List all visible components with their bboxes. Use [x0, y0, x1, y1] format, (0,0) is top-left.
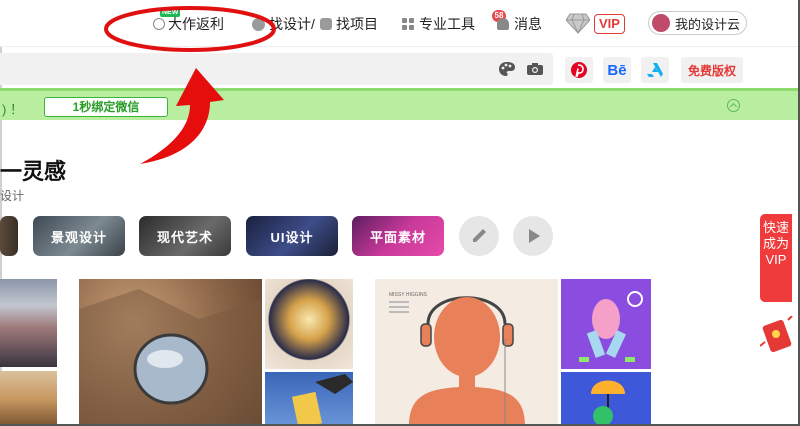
- photo-planet[interactable]: [265, 279, 353, 369]
- umbrella-graphic: [591, 380, 625, 426]
- diamond-icon: [566, 13, 590, 34]
- category-label: 现代艺术: [156, 229, 213, 245]
- category-chip-modern-art[interactable]: 现代艺术: [139, 216, 231, 256]
- category-label: 景观设计: [50, 229, 107, 245]
- nav-find-project-label: 找项目: [336, 16, 378, 32]
- page-title: 一灵感: [0, 159, 67, 184]
- my-cloud-label: 我的设计云: [675, 16, 741, 32]
- illustration-umbrella[interactable]: [561, 372, 651, 426]
- bind-wechat-button[interactable]: 1秒绑定微信: [44, 97, 168, 117]
- top-nav: NEW 大作返利 找设计/ 找项目 专业工具 58 消息 VIP 我的设计云: [0, 0, 800, 47]
- nav-tools-label: 专业工具: [419, 16, 475, 32]
- nav-find-project[interactable]: 找项目: [320, 14, 378, 34]
- photo-mountain[interactable]: [0, 279, 57, 367]
- category-chip-landscape[interactable]: 景观设计: [33, 216, 125, 256]
- pinterest-button[interactable]: [565, 57, 593, 83]
- bell-icon: [497, 18, 509, 30]
- category-chip-partial[interactable]: [0, 216, 18, 256]
- page-subtitle: 设计: [0, 189, 25, 203]
- poster-graphic: MISSY HIGGINS: [389, 292, 525, 426]
- nav-rebate[interactable]: 大作返利: [153, 14, 224, 34]
- photo-mirror-rock[interactable]: [79, 279, 262, 426]
- category-label: 平面素材: [369, 229, 426, 245]
- nav-tools[interactable]: 专业工具: [402, 14, 475, 34]
- play-button[interactable]: [513, 216, 553, 256]
- nav-messages-label: 消息: [514, 16, 542, 32]
- nav-find-design[interactable]: 找设计/: [252, 14, 315, 34]
- poster-heading: MISSY HIGGINS: [389, 292, 428, 298]
- category-chip-graphic[interactable]: 平面素材: [352, 216, 444, 256]
- artstation-icon: [647, 63, 663, 77]
- rebate-icon: [153, 18, 165, 30]
- pencil-icon: [473, 229, 486, 242]
- nav-messages[interactable]: 消息: [497, 14, 542, 34]
- grid-icon: [402, 18, 414, 30]
- vip-button[interactable]: VIP: [594, 14, 625, 34]
- nav-find-design-label: 找设计/: [269, 16, 315, 32]
- project-icon: [320, 18, 332, 30]
- illustration-purple-figure[interactable]: [561, 279, 651, 369]
- photo-dunes[interactable]: [0, 371, 57, 426]
- play-icon: [529, 229, 540, 243]
- category-chip-ui-design[interactable]: UI设计: [246, 216, 338, 256]
- card-graphic: [291, 374, 353, 426]
- artstation-button[interactable]: [641, 57, 669, 83]
- pinterest-icon: [571, 62, 587, 78]
- mirror-graphic: [79, 289, 262, 426]
- bind-wechat-banner: ) ！ 1秒绑定微信: [0, 88, 800, 120]
- search-input[interactable]: [0, 53, 553, 85]
- photo-hand-card[interactable]: [265, 372, 353, 426]
- red-packet-icon[interactable]: [760, 316, 794, 356]
- nav-rebate-label: 大作返利: [168, 16, 224, 32]
- camera-icon[interactable]: [526, 62, 544, 76]
- banner-text: ) ！: [2, 102, 23, 117]
- my-cloud-button[interactable]: 我的设计云: [648, 11, 748, 35]
- figure-graphic: [579, 291, 643, 362]
- poster-headphones[interactable]: MISSY HIGGINS: [375, 279, 558, 426]
- quick-vip-tab[interactable]: 快速成为VIP: [760, 214, 792, 302]
- palette-icon[interactable]: [498, 61, 516, 77]
- behance-icon: Bē: [607, 61, 627, 79]
- collapse-icon[interactable]: [727, 99, 740, 112]
- designer-icon: [252, 17, 265, 31]
- free-copyright-button[interactable]: 免费版权: [681, 57, 743, 83]
- pencil-button[interactable]: [459, 216, 499, 256]
- avatar: [651, 13, 671, 33]
- category-label: UI设计: [270, 229, 314, 245]
- behance-button[interactable]: Bē: [603, 57, 631, 83]
